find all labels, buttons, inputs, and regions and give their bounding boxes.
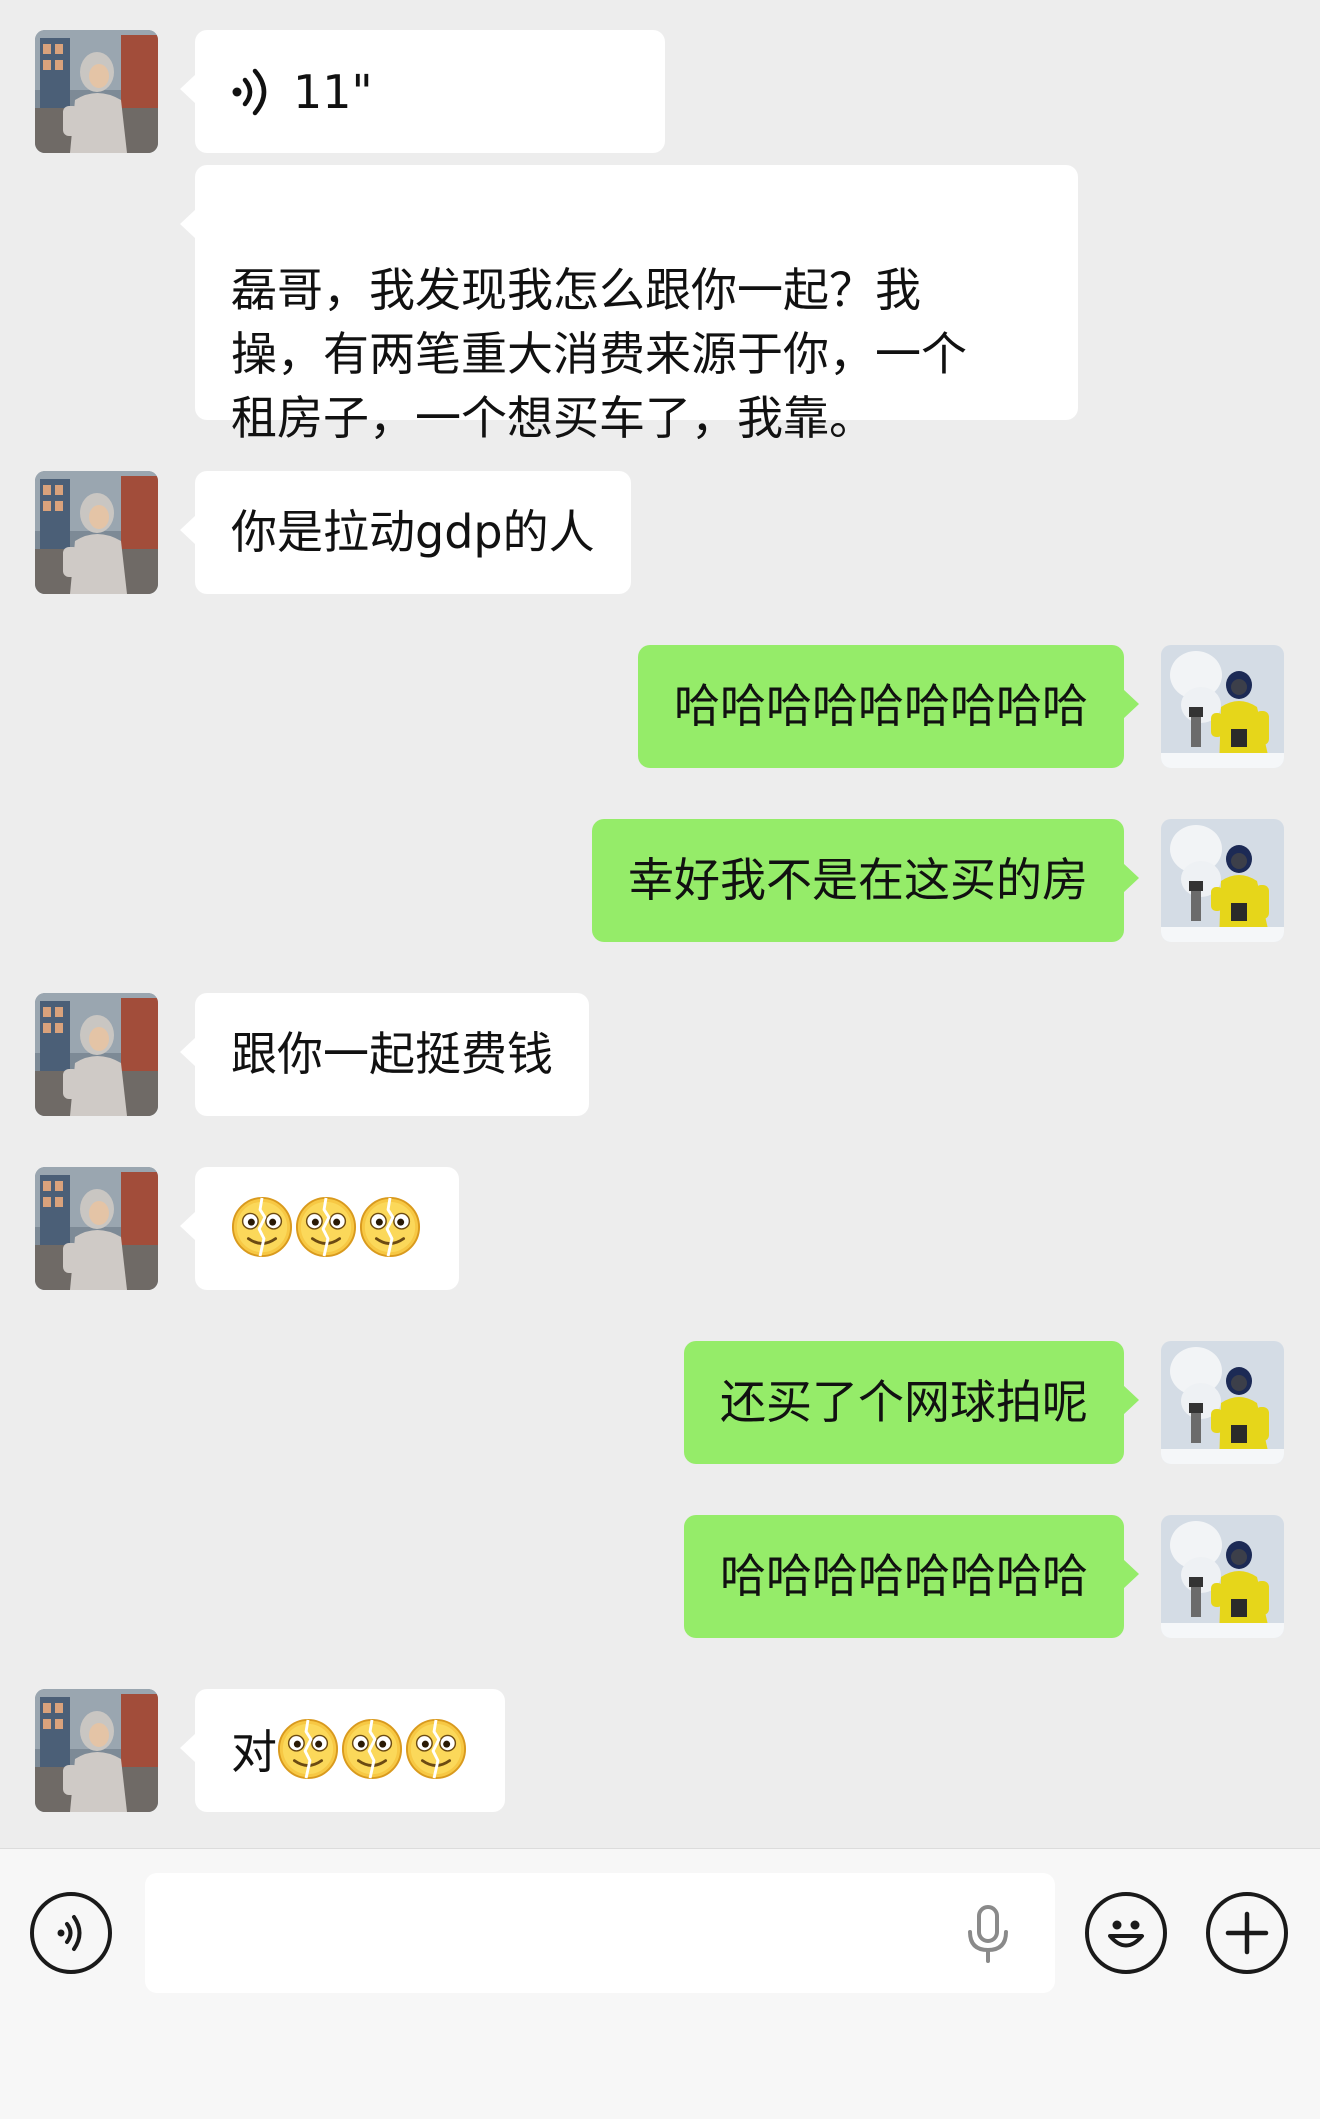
voice-wave-icon	[232, 68, 267, 115]
message-row: 11"	[0, 30, 1320, 153]
smiley-icon	[1108, 1920, 1144, 1948]
contact-avatar[interactable]	[35, 993, 158, 1116]
message-text: 哈哈哈哈哈哈哈哈	[720, 1549, 1088, 1603]
message-text: 你是拉动gdp的人	[231, 505, 595, 559]
message-row: 哈哈哈哈哈哈哈哈	[0, 1515, 1320, 1638]
message-text: 对	[231, 1725, 277, 1779]
text-message-bubble[interactable]: 你是拉动gdp的人	[180, 471, 631, 594]
contact-avatar[interactable]	[35, 1689, 158, 1812]
cracked-smile-emoji	[231, 1196, 293, 1258]
plus-icon	[1225, 1911, 1269, 1955]
contact-avatar[interactable]	[35, 1167, 158, 1290]
message-row: 幸好我不是在这买的房	[0, 819, 1320, 942]
cracked-smile-emoji	[405, 1718, 467, 1780]
emoji-button[interactable]	[1085, 1892, 1167, 1974]
input-bar	[0, 1848, 1320, 2119]
text-message-bubble[interactable]: 磊哥，我发现我怎么跟你一起？我 操，有两笔重大消费来源于你，一个 租房子，一个想…	[180, 165, 1078, 445]
emoji-message-bubble[interactable]: 对	[180, 1689, 505, 1812]
message-row	[0, 1167, 1320, 1290]
message-row: 磊哥，我发现我怎么跟你一起？我 操，有两笔重大消费来源于你，一个 租房子，一个想…	[0, 165, 1320, 445]
message-text: 哈哈哈哈哈哈哈哈哈	[674, 679, 1088, 733]
cracked-smile-emoji	[359, 1196, 421, 1258]
voice-duration: 11"	[293, 64, 373, 119]
message-row: 对	[0, 1689, 1320, 1812]
message-text: 还买了个网球拍呢	[720, 1375, 1088, 1429]
message-row: 跟你一起挺费钱	[0, 993, 1320, 1116]
message-text: 磊哥，我发现我怎么跟你一起？我 操，有两笔重大消费来源于你，一个 租房子，一个想…	[231, 263, 967, 445]
text-message-bubble[interactable]: 跟你一起挺费钱	[180, 993, 589, 1116]
microphone-icon[interactable]	[965, 1904, 1011, 1964]
voice-icon	[57, 1915, 82, 1951]
chat-area[interactable]: 11" 磊哥，我发现我怎么跟你一起？我 操，有两笔重大消费来源于你，一个 租房子…	[0, 0, 1320, 1848]
cracked-smile-emoji	[277, 1718, 339, 1780]
text-message-bubble[interactable]: 幸好我不是在这买的房	[592, 819, 1139, 942]
voice-mode-button[interactable]	[30, 1892, 112, 1974]
my-avatar[interactable]	[1161, 1515, 1284, 1638]
emoji-message-bubble[interactable]	[180, 1167, 459, 1290]
message-row: 哈哈哈哈哈哈哈哈哈	[0, 645, 1320, 768]
message-text: 跟你一起挺费钱	[231, 1027, 553, 1081]
message-text: 幸好我不是在这买的房	[628, 853, 1088, 907]
my-avatar[interactable]	[1161, 1341, 1284, 1464]
message-input[interactable]	[145, 1873, 1055, 1993]
voice-message-bubble[interactable]: 11"	[180, 30, 665, 153]
text-message-bubble[interactable]: 哈哈哈哈哈哈哈哈	[684, 1515, 1139, 1638]
contact-avatar[interactable]	[35, 30, 158, 153]
contact-avatar[interactable]	[35, 471, 158, 594]
cracked-smile-emoji	[295, 1196, 357, 1258]
message-row: 还买了个网球拍呢	[0, 1341, 1320, 1464]
text-message-bubble[interactable]: 还买了个网球拍呢	[684, 1341, 1139, 1464]
more-options-button[interactable]	[1206, 1892, 1288, 1974]
cracked-smile-emoji	[341, 1718, 403, 1780]
my-avatar[interactable]	[1161, 819, 1284, 942]
message-row: 你是拉动gdp的人	[0, 471, 1320, 594]
text-message-bubble[interactable]: 哈哈哈哈哈哈哈哈哈	[638, 645, 1139, 768]
my-avatar[interactable]	[1161, 645, 1284, 768]
